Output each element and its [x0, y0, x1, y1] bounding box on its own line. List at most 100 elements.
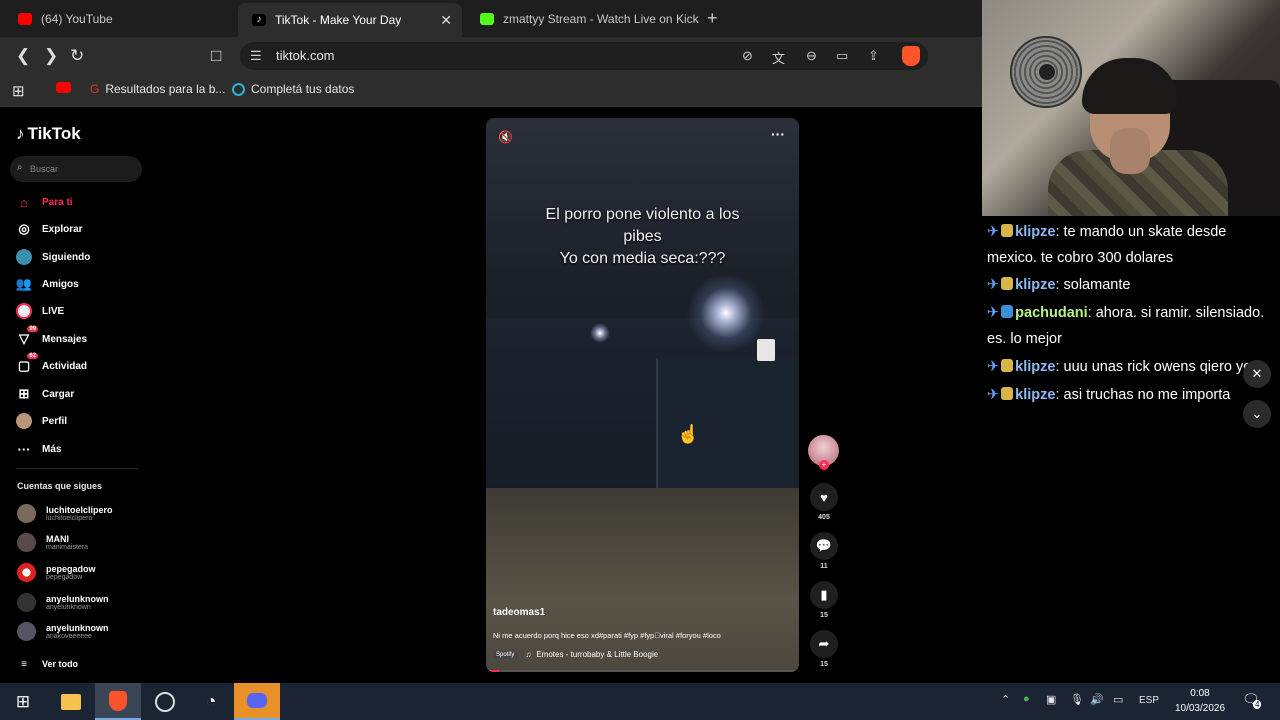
nav-mas[interactable]: ··· Más [16, 441, 62, 457]
search-icon: ⌕ [17, 162, 23, 173]
video-description: Ni me acuerdo porq hice eso xd#parati #f… [493, 631, 721, 640]
following-account[interactable]: anyelunknown anyelunknown [17, 593, 109, 612]
video-author[interactable]: tadeomas1 [493, 607, 545, 618]
more-options-icon[interactable]: ··· [771, 126, 785, 142]
video-player[interactable]: El porro pone violento a los pibes Yo co… [486, 118, 799, 672]
search-input[interactable]: ⌕ Buscar [10, 156, 142, 182]
share-icon[interactable]: ⇪ [868, 48, 879, 64]
back-button[interactable]: ❮ [16, 46, 30, 66]
brave-shields-icon[interactable] [902, 46, 920, 66]
account-name: anyelunknown [46, 593, 109, 604]
address-bar[interactable]: ☰ tiktok.com ⊘ 文 ⊖ ▭ ⇪ [240, 42, 928, 70]
account-handle: anyelunknown [46, 603, 91, 611]
mute-icon[interactable]: 🔇 [498, 130, 513, 144]
taskbar-clock-app[interactable]: ◔ [188, 683, 234, 720]
reload-button[interactable]: ↻ [70, 46, 84, 66]
pin-icon: ✈ [987, 224, 1000, 240]
chat-message: ✈ klipze: uuu unas rick owens qiero yo [987, 354, 1277, 380]
nav-para-ti[interactable]: ⌂ Para ti [16, 194, 73, 210]
avatar [17, 563, 36, 582]
new-tab-button[interactable]: + [707, 8, 718, 29]
save-button[interactable]: ▮ 15 [808, 581, 840, 619]
taskbar-discord[interactable] [234, 683, 280, 720]
notifications-icon[interactable]: 🗨 4 [1242, 691, 1262, 709]
start-button[interactable]: ⊞ [0, 683, 46, 720]
video-progress[interactable] [486, 670, 799, 672]
account-handle: luchitoelclipero [46, 514, 93, 522]
tray-app-icon[interactable]: ● [1023, 693, 1030, 705]
follow-plus-icon[interactable]: + [819, 460, 829, 470]
pin-icon: ✈ [987, 359, 1000, 375]
nav-explorar[interactable]: ◎ Explorar [16, 221, 82, 237]
following-account[interactable]: luchitoelclipero luchitoelclipero [17, 504, 113, 523]
tab-kick[interactable]: zmattyy Stream - Watch Live on Kick [466, 4, 702, 33]
tray-app-icon[interactable]: ▣ [1046, 693, 1056, 706]
translate-icon[interactable]: 文 [772, 48, 785, 67]
zoom-icon[interactable]: ⊖ [806, 48, 817, 64]
chevron-down-icon[interactable]: ⌄ [1243, 400, 1271, 428]
chat-username[interactable]: pachudani [1015, 305, 1088, 321]
following-account[interactable]: MANI manimaistera [17, 533, 88, 552]
webcam-overlay [982, 0, 1280, 216]
network-icon[interactable]: ▭ [1113, 693, 1123, 706]
following-account[interactable]: pepegadow pepegadow [17, 563, 96, 582]
apps-grid-icon[interactable]: ⊞ [12, 82, 25, 100]
taskbar-obs[interactable] [142, 683, 188, 720]
url-text[interactable]: tiktok.com [276, 48, 335, 63]
microphone-icon[interactable]: 🎙 [1070, 693, 1084, 706]
chat-username[interactable]: klipze [1015, 224, 1055, 240]
chat-username[interactable]: klipze [1015, 277, 1055, 293]
nav-cargar[interactable]: ⊞ Cargar [16, 386, 75, 402]
nav-label: Siguiendo [42, 251, 91, 263]
nav-perfil[interactable]: Perfil [16, 413, 67, 429]
taskbar-explorer[interactable] [48, 683, 94, 720]
caption-line: pibes [623, 228, 662, 245]
heart-icon: ♥ [810, 483, 838, 511]
nav-mensajes[interactable]: ▽ 99 Mensajes [16, 326, 87, 347]
tiktok-logo[interactable]: ♪ TikTok [16, 124, 81, 144]
close-icon[interactable]: ✕ [1243, 360, 1271, 388]
video-scene [486, 488, 799, 672]
circle-icon [232, 82, 245, 96]
see-all-link[interactable]: ≡ Ver todo [16, 656, 78, 672]
following-account[interactable]: anyelunknown anakoveeeeee [17, 622, 109, 641]
brand-name: TikTok [27, 124, 81, 143]
language-indicator[interactable]: ESP [1139, 695, 1159, 706]
brave-icon [109, 690, 127, 711]
badge-icon [1001, 277, 1014, 290]
nav-label: Perfil [42, 415, 68, 427]
nav-actividad[interactable]: ▢ 62 Actividad [16, 353, 87, 374]
forward-button[interactable]: ❯ [44, 46, 58, 66]
webcam-scene [1039, 64, 1055, 80]
nav-amigos[interactable]: 👥 Amigos [16, 276, 79, 292]
share-button[interactable]: ➦ 15 [808, 630, 840, 668]
taskbar-brave[interactable] [95, 683, 141, 720]
tab-youtube[interactable]: (64) YouTube [4, 4, 234, 33]
volume-icon[interactable]: 🔊 [1090, 693, 1104, 706]
chevron-up-icon[interactable]: ⌃ [1001, 693, 1010, 706]
close-icon[interactable]: ✕ [440, 12, 452, 29]
account-name: luchitoelclipero [46, 504, 113, 515]
chat-username[interactable]: klipze [1015, 387, 1055, 403]
divider [16, 468, 138, 469]
bookmark-youtube[interactable] [56, 82, 71, 93]
video-music[interactable]: Spotify ♫ Emotes - turrobaby & Little Bo… [493, 650, 658, 659]
bookmark-complete-data[interactable]: Completá tus datos [232, 82, 354, 96]
nav-live[interactable]: LIVE [16, 303, 64, 319]
like-button[interactable]: ♥ 405 [808, 483, 840, 521]
comment-button[interactable]: 💬 11 [808, 532, 840, 570]
following-icon [16, 249, 32, 265]
system-clock[interactable]: 0:08 10/03/2026 [1165, 686, 1235, 716]
chat-username[interactable]: klipze [1015, 359, 1055, 375]
video-caption: El porro pone violento a los pibes Yo co… [486, 204, 799, 270]
no-tracking-icon[interactable]: ⊘ [742, 48, 753, 64]
tab-tiktok[interactable]: ♪ TikTok - Make Your Day ✕ [238, 3, 462, 37]
bookmark-search-results[interactable]: G Resultados para la b... [90, 82, 225, 96]
activity-icon: ▢ 62 [17, 353, 38, 373]
account-handle: pepegadow [46, 573, 83, 581]
cast-icon[interactable]: ▭ [836, 48, 848, 64]
site-settings-icon[interactable]: ☰ [250, 48, 262, 64]
pin-icon: ✈ [987, 305, 1000, 321]
nav-siguiendo[interactable]: Siguiendo [16, 249, 90, 265]
bookmark-icon[interactable]: □ [211, 46, 221, 66]
